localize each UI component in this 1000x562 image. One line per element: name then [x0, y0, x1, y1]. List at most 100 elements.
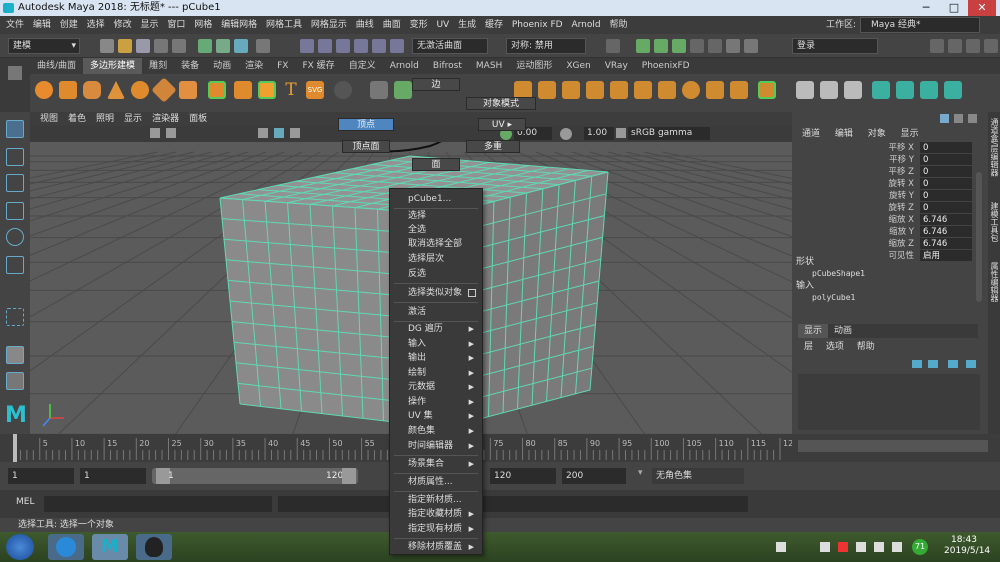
- new-layer-icon[interactable]: [948, 360, 958, 368]
- snap-grid-icon[interactable]: [300, 39, 314, 53]
- shelf-tab-sculpt[interactable]: 雕刻: [142, 58, 174, 74]
- playback-buttons[interactable]: [798, 440, 988, 452]
- current-time-marker[interactable]: [13, 434, 17, 462]
- menu-item-remove-material-override[interactable]: 移除材质覆盖 ▶: [408, 540, 478, 554]
- vp-menu-shading[interactable]: 着色: [68, 114, 86, 124]
- channel-value[interactable]: 0: [920, 166, 972, 177]
- poly-text-icon[interactable]: T: [282, 81, 300, 99]
- select-hierarchy-icon[interactable]: [198, 39, 212, 53]
- menu-item-select-hierarchy[interactable]: 选择层次: [408, 252, 478, 266]
- render-settings-icon[interactable]: [672, 39, 686, 53]
- shelf-tab-fx-cache[interactable]: FX 缓存: [295, 58, 341, 74]
- shelf-tab-phoenixfd[interactable]: PhoenixFD: [635, 58, 697, 74]
- colorspace-dropdown[interactable]: sRGB gamma: [628, 127, 710, 140]
- shelf-tab-mash[interactable]: MASH: [469, 58, 509, 74]
- mel-label[interactable]: MEL: [16, 497, 34, 507]
- menu-item-select-all[interactable]: 全选: [408, 223, 478, 237]
- qq-task-icon[interactable]: [136, 534, 172, 560]
- chevron-down-icon[interactable]: ▾: [638, 468, 648, 482]
- tray-icon[interactable]: [838, 542, 848, 552]
- save-scene-icon[interactable]: [136, 39, 150, 53]
- snap-point-icon[interactable]: [336, 39, 350, 53]
- shelf-tab-bifrost[interactable]: Bifrost: [426, 58, 469, 74]
- poly-disc-icon[interactable]: [179, 81, 197, 99]
- smooth-icon[interactable]: [758, 81, 776, 99]
- layer-menu-layers[interactable]: 层: [804, 342, 813, 352]
- modeling-toolkit-icon[interactable]: [930, 39, 944, 53]
- start-frame-field[interactable]: 1: [8, 468, 74, 484]
- menu-item-material-attributes[interactable]: 材质属性...: [408, 475, 478, 489]
- vp-menu-show[interactable]: 显示: [124, 114, 142, 124]
- pause-icon[interactable]: [726, 39, 740, 53]
- mm-object-mode[interactable]: 对象模式: [466, 97, 536, 110]
- poly-sphere-icon[interactable]: [35, 81, 53, 99]
- menu-item-dg-traversal[interactable]: DG 遍历 ▶: [408, 322, 478, 336]
- mirror-icon[interactable]: [872, 81, 890, 99]
- new-layer-selected-icon[interactable]: [966, 360, 976, 368]
- menu-mesh-tools[interactable]: 网格工具: [266, 16, 302, 34]
- shelf-tab-fx[interactable]: FX: [270, 58, 295, 74]
- pin-icon[interactable]: [954, 114, 963, 123]
- poly-cylinder-icon[interactable]: [83, 81, 101, 99]
- shelf-tab-arnold[interactable]: Arnold: [383, 58, 426, 74]
- channel-row[interactable]: 平移 Y 0: [792, 154, 988, 166]
- login-dropdown[interactable]: 登录: [792, 38, 878, 54]
- rotate-tool-icon[interactable]: [6, 228, 24, 246]
- combine-icon[interactable]: [370, 81, 388, 99]
- current-frame-field[interactable]: 1: [80, 468, 146, 484]
- menu-arnold[interactable]: Arnold: [571, 16, 600, 34]
- network-icon[interactable]: [874, 542, 884, 552]
- menu-create[interactable]: 创建: [60, 16, 78, 34]
- multi-cut-icon[interactable]: [610, 81, 628, 99]
- shelf-tab-vray[interactable]: VRay: [598, 58, 635, 74]
- connect-icon[interactable]: [658, 81, 676, 99]
- layer-move-down-icon[interactable]: [928, 360, 938, 368]
- menu-item-metadata[interactable]: 元数据 ▶: [408, 380, 478, 394]
- menu-mesh[interactable]: 网格: [194, 16, 212, 34]
- uv-editor-icon[interactable]: [796, 81, 814, 99]
- layer-move-up-icon[interactable]: [912, 360, 922, 368]
- attribute-editor-icon[interactable]: [948, 39, 962, 53]
- channel-value[interactable]: 启用: [920, 250, 972, 261]
- auto-map-icon[interactable]: [844, 81, 862, 99]
- tray-icon[interactable]: [776, 542, 786, 552]
- channel-row[interactable]: 旋转 Y 0: [792, 190, 988, 202]
- shelf-tab-curves[interactable]: 曲线/曲面: [30, 58, 83, 74]
- shelf-tab-poly[interactable]: 多边形建模: [83, 58, 143, 74]
- channel-value[interactable]: 6.746: [920, 238, 972, 249]
- layer-menu-help[interactable]: 帮助: [857, 342, 875, 352]
- harden-icon[interactable]: [944, 81, 962, 99]
- type-icon[interactable]: [334, 81, 352, 99]
- menu-item-outputs[interactable]: 输出 ▶: [408, 351, 478, 365]
- single-view-icon[interactable]: [6, 346, 24, 364]
- quad-draw-icon[interactable]: [682, 81, 700, 99]
- poly-torus-icon[interactable]: [131, 81, 149, 99]
- textured-icon[interactable]: [274, 128, 284, 138]
- lock-icon[interactable]: [256, 39, 270, 53]
- channel-row[interactable]: 缩放 Z 6.746: [792, 238, 988, 250]
- menu-item-deselect-all[interactable]: 取消选择全部: [408, 237, 478, 251]
- channel-row[interactable]: 缩放 Y 6.746: [792, 226, 988, 238]
- layer-menu-options[interactable]: 选项: [826, 342, 844, 352]
- channel-value[interactable]: 0: [920, 154, 972, 165]
- channel-scrollbar[interactable]: [976, 172, 982, 302]
- gamma-icon[interactable]: [560, 128, 572, 140]
- wireframe-icon[interactable]: [166, 128, 176, 138]
- poly-svg-icon[interactable]: SVG: [306, 81, 324, 99]
- menu-item-time-editor[interactable]: 时间编辑器 ▶: [408, 439, 478, 453]
- channel-value[interactable]: 0: [920, 190, 972, 201]
- menu-item-uv-sets[interactable]: UV 集 ▶: [408, 409, 478, 423]
- channel-value[interactable]: 0: [920, 202, 972, 213]
- channel-row[interactable]: 平移 Z 0: [792, 166, 988, 178]
- range-end-handle[interactable]: [342, 468, 356, 484]
- channel-box-icon[interactable]: [984, 39, 998, 53]
- channel-row[interactable]: 平移 X 0: [792, 142, 988, 154]
- shelf-tab-custom[interactable]: 自定义: [342, 58, 383, 74]
- snap-center-icon[interactable]: [390, 39, 404, 53]
- anim-end-field[interactable]: 200: [562, 468, 626, 484]
- menu-item-actions[interactable]: 操作 ▶: [408, 395, 478, 409]
- tray-icon[interactable]: [820, 542, 830, 552]
- menu-uv[interactable]: UV: [436, 16, 449, 34]
- option-box-icon[interactable]: [468, 289, 476, 297]
- channel-row[interactable]: 旋转 Z 0: [792, 202, 988, 214]
